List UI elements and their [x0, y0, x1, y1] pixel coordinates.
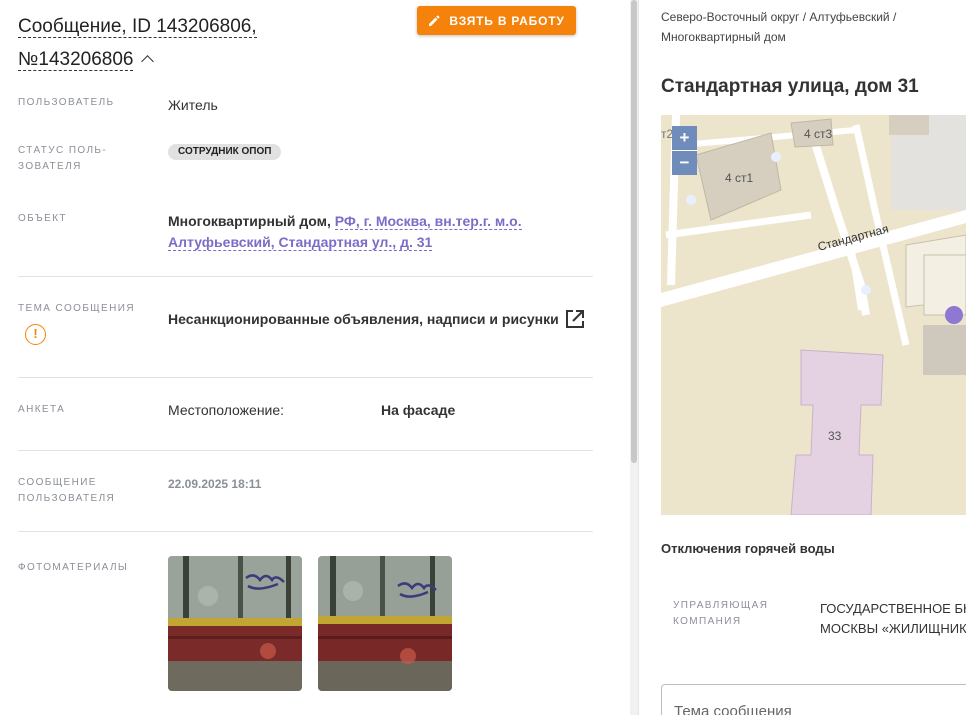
management-company-value-2: МОСКВЫ «ЖИЛИЩНИК	[820, 621, 966, 636]
status-badge: СОТРУДНИК ОПОП	[168, 144, 282, 160]
message-topic-field[interactable]: Тема сообщения	[661, 684, 966, 715]
map-label-33: 33	[828, 429, 842, 443]
object-value: Многоквартирный дом, РФ, г. Москва, вн.т…	[168, 211, 548, 253]
object-address-link-1[interactable]: РФ, г. Москва, вн.тер.г. м.о.	[334, 213, 522, 230]
message-topic-placeholder: Тема сообщения	[674, 703, 792, 715]
zoom-in-button[interactable]: +	[672, 126, 697, 150]
object-address-title: Стандартная улица, дом 31	[661, 76, 919, 97]
divider	[18, 276, 593, 277]
user-message-label: СООБЩЕНИЕ ПОЛЬЗОВАТЕЛЯ	[18, 475, 148, 507]
photo-image	[318, 556, 452, 691]
message-title[interactable]: Сообщение, ID 143206806, №143206806	[18, 10, 408, 76]
map-label-4st3: 4 ст3	[804, 127, 833, 141]
message-title-line2: №143206806	[18, 49, 134, 71]
user-status-label-1: СТАТУС ПОЛЬ-	[18, 145, 108, 156]
user-status-label: СТАТУС ПОЛЬ- ЗОВАТЕЛЯ	[18, 143, 148, 175]
pencil-icon	[429, 15, 440, 26]
map-label-4st1: 4 ст1	[725, 171, 754, 185]
survey-key: Местоположение:	[168, 402, 285, 418]
user-message-label-1: СООБЩЕНИЕ	[18, 477, 97, 488]
photos-label: ФОТОМАТЕРИАЛЫ	[18, 562, 129, 573]
management-company-value-1: ГОСУДАРСТВЕННОЕ БЮ	[820, 601, 966, 616]
breadcrumb: Северо-Восточный округ / Алтуфьевский / …	[661, 7, 961, 47]
divider	[18, 377, 593, 378]
map-zoom-controls: + −	[672, 126, 697, 177]
photo-image	[168, 556, 302, 691]
message-details-panel: Сообщение, ID 143206806, №143206806 ВЗЯТ…	[0, 0, 630, 715]
topic-label: ТЕМА СООБЩЕНИЯ	[18, 303, 135, 314]
user-status-label-2: ЗОВАТЕЛЯ	[18, 161, 82, 172]
object-type: Многоквартирный дом,	[168, 213, 335, 229]
management-company-value: ГОСУДАРСТВЕННОЕ БЮ МОСКВЫ «ЖИЛИЩНИК	[820, 599, 966, 639]
scrollbar-thumb[interactable]	[631, 0, 637, 463]
warning-icon: !	[25, 324, 46, 345]
object-panel: Северо-Восточный округ / Алтуфьевский / …	[639, 0, 966, 715]
survey-label: АНКЕТА	[18, 404, 66, 415]
chevron-up-icon[interactable]	[141, 55, 155, 68]
divider	[18, 450, 593, 451]
photo-thumbnail[interactable]	[168, 556, 302, 691]
message-title-line1: Сообщение, ID 143206806,	[18, 16, 257, 38]
open-external-icon[interactable]	[564, 308, 586, 330]
hot-water-outages[interactable]: Отключения горячей воды	[661, 541, 835, 556]
divider	[18, 531, 593, 532]
management-company-label-1: УПРАВЛЯЮЩАЯ	[673, 600, 769, 611]
management-company-label-2: КОМПАНИЯ	[673, 616, 742, 627]
zoom-out-button[interactable]: −	[672, 151, 697, 175]
map[interactable]: 4 ст1 4 ст3 33 т2 Стандартная + −	[661, 115, 966, 515]
take-to-work-label: ВЗЯТЬ В РАБОТУ	[449, 13, 565, 28]
breadcrumb-line1[interactable]: Северо-Восточный округ / Алтуфьевский /	[661, 10, 896, 24]
survey-value: На фасаде	[381, 402, 456, 418]
take-to-work-button[interactable]: ВЗЯТЬ В РАБОТУ	[417, 6, 576, 35]
user-value: Житель	[168, 97, 218, 113]
user-label: ПОЛЬЗОВАТЕЛЬ	[18, 97, 115, 108]
map-canvas: 4 ст1 4 ст3 33 т2 Стандартная	[661, 115, 966, 515]
management-company-label: УПРАВЛЯЮЩАЯ КОМПАНИЯ	[673, 598, 768, 630]
user-message-label-2: ПОЛЬЗОВАТЕЛЯ	[18, 493, 116, 504]
breadcrumb-line2[interactable]: Многоквартирный дом	[661, 30, 786, 44]
user-message-date: 22.09.2025 18:11	[168, 477, 262, 491]
object-address-link-2[interactable]: Алтуфьевский, Стандартная ул., д. 31	[168, 234, 433, 251]
object-label: ОБЪЕКТ	[18, 213, 67, 224]
photo-thumbnail[interactable]	[318, 556, 452, 691]
topic-value: Несанкционированные объявления, надписи …	[168, 311, 559, 327]
